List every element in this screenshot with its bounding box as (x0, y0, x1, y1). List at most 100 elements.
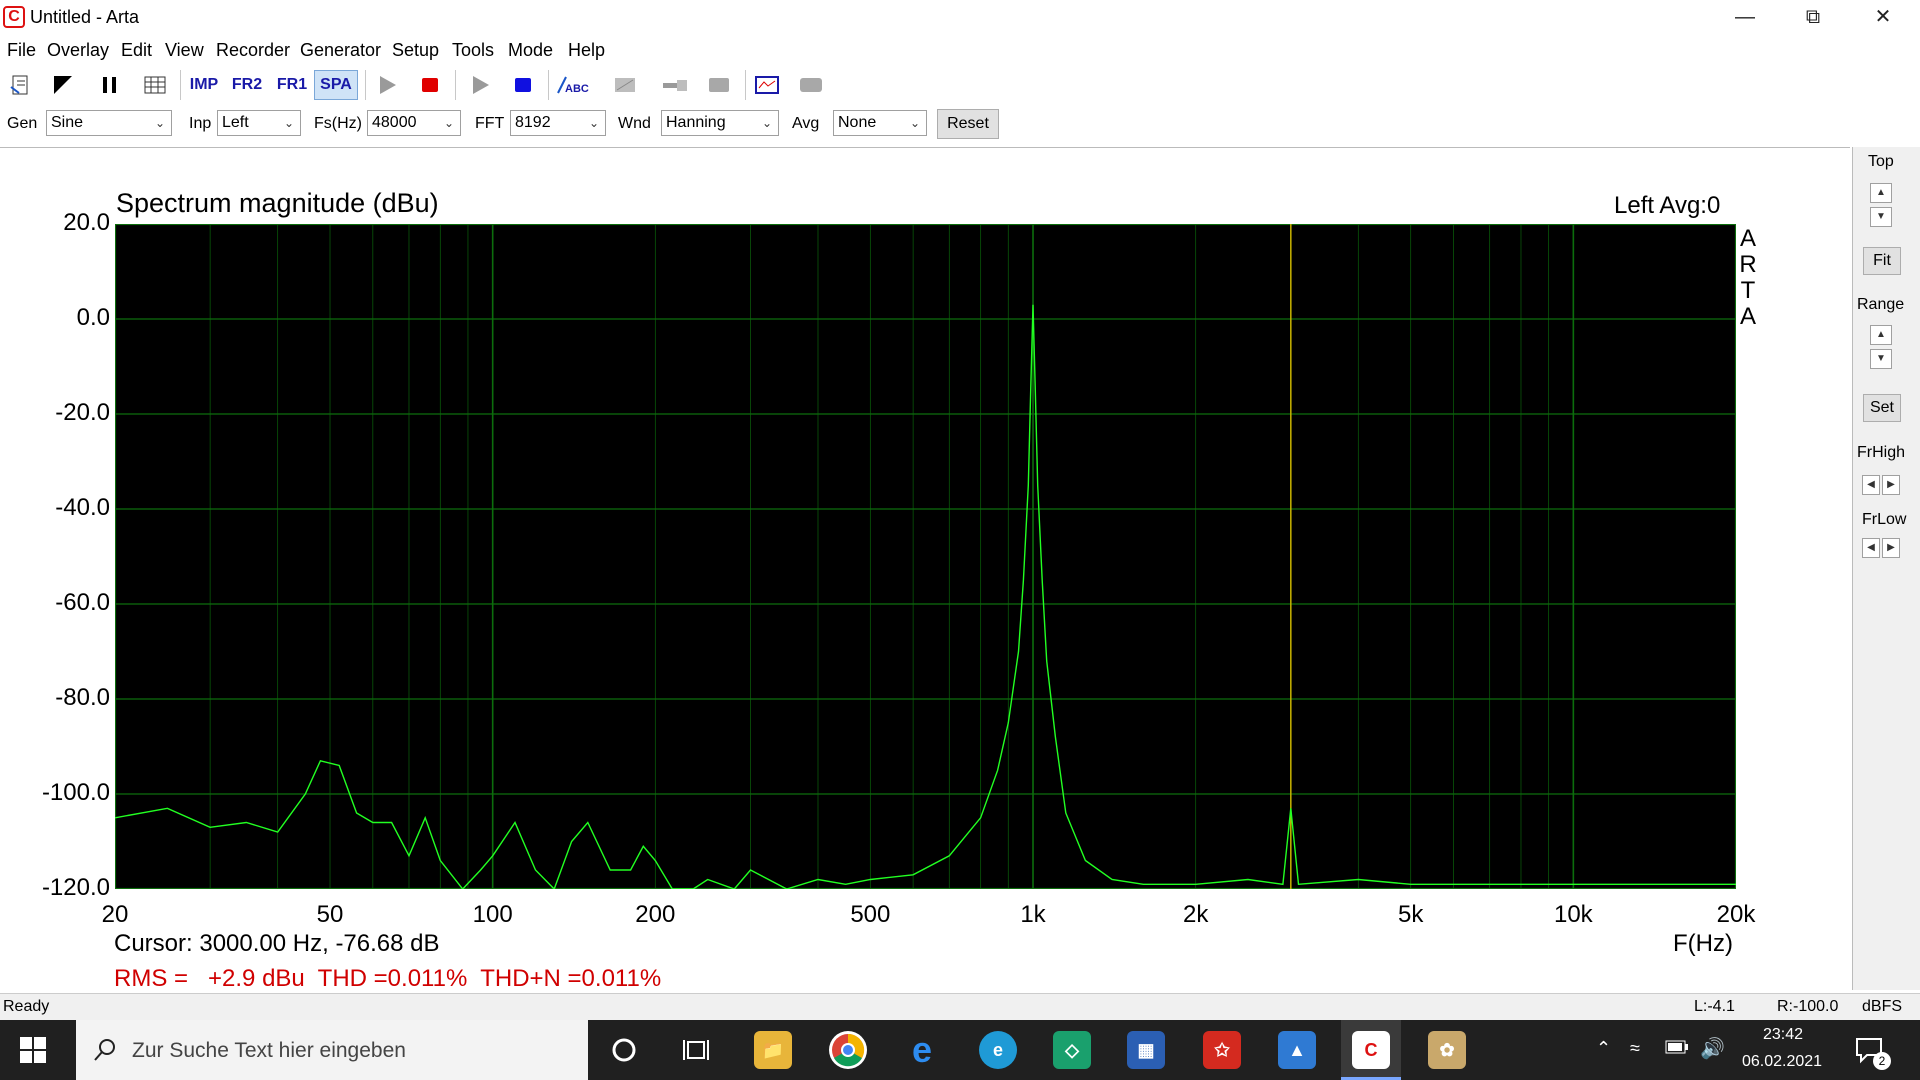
menu-overlay[interactable]: Overlay (47, 40, 109, 61)
menu-view[interactable]: View (165, 40, 204, 61)
avg-select[interactable]: None ⌄ (833, 110, 927, 136)
restore-icon[interactable]: ⧉ (1778, 0, 1848, 36)
avg-label: Avg (792, 115, 820, 132)
close-icon[interactable]: ✕ (1848, 0, 1918, 36)
menu-recorder[interactable]: Recorder (216, 40, 290, 61)
clock-time[interactable]: 23:42 (1763, 1026, 1803, 1044)
toolbar-separator (745, 70, 746, 100)
fs-select[interactable]: 48000 ⌄ (367, 110, 461, 136)
fft-label: FFT (475, 115, 505, 132)
fr1-button[interactable]: FR1 (275, 70, 309, 100)
connector-icon[interactable] (660, 70, 690, 100)
inp-label: Inp (189, 115, 212, 132)
menu-mode[interactable]: Mode (508, 40, 553, 61)
acrobat-icon[interactable]: ✩ (1203, 1031, 1241, 1069)
set-button[interactable]: Set (1863, 394, 1901, 422)
toolbar-separator (180, 70, 181, 100)
imp-button[interactable]: IMP (187, 70, 221, 100)
brand-letter: T (1740, 277, 1756, 304)
play-icon[interactable] (372, 70, 402, 100)
menu-file[interactable]: File (7, 40, 36, 61)
spectrum-chart[interactable] (115, 224, 1736, 889)
photos-icon[interactable]: ▲ (1278, 1031, 1316, 1069)
frhigh-left-arrow-icon[interactable]: ◀ (1862, 475, 1880, 495)
y-tick-label: -60.0 (55, 589, 110, 616)
plot-background (115, 224, 1736, 889)
frlow-label: FrLow (1862, 511, 1907, 528)
plot-title: Spectrum magnitude (dBu) (116, 188, 439, 218)
frlow-left-arrow-icon[interactable]: ◀ (1862, 538, 1880, 558)
range-down-arrow-icon[interactable]: ▼ (1870, 349, 1892, 369)
left-level: L:-4.1 (1694, 998, 1735, 1015)
x-tick-label: 200 (635, 901, 676, 928)
frhigh-label: FrHigh (1857, 444, 1906, 461)
fft-select[interactable]: 8192 ⌄ (510, 110, 606, 136)
window-title: Untitled - Arta (30, 7, 140, 27)
arta-app-icon: C (3, 6, 25, 28)
windows-start-icon[interactable] (20, 1037, 46, 1068)
frlow-right-arrow-icon[interactable]: ▶ (1882, 538, 1900, 558)
inp-select[interactable]: Left ⌄ (217, 110, 301, 136)
calculator-icon[interactable]: ▦ (1127, 1031, 1165, 1069)
abc-calibrate-icon[interactable]: ABC (555, 70, 591, 100)
grid-table-icon[interactable] (140, 70, 170, 100)
menu-setup[interactable]: Setup (392, 40, 439, 61)
x-tick-label: 2k (1182, 901, 1209, 928)
internet-explorer-icon[interactable]: e (903, 1029, 941, 1070)
title-bar (0, 0, 1920, 36)
chevron-down-icon: ⌄ (283, 116, 294, 130)
y-tick-label: -100.0 (41, 779, 110, 806)
file-explorer-icon[interactable]: 📁 (754, 1031, 792, 1069)
frhigh-right-arrow-icon[interactable]: ▶ (1882, 475, 1900, 495)
new-file-icon[interactable] (6, 70, 36, 100)
brand-letter: A (1739, 225, 1756, 252)
minimize-icon[interactable]: — (1710, 0, 1780, 36)
gen-select[interactable]: Sine ⌄ (46, 110, 172, 136)
x-tick-label: 50 (316, 901, 344, 928)
spa-button[interactable]: SPA (314, 70, 358, 100)
scope-icon[interactable] (752, 70, 782, 100)
clock-date[interactable]: 06.02.2021 (1742, 1053, 1822, 1071)
store-app-icon[interactable]: ◇ (1053, 1031, 1091, 1069)
chevron-down-icon: ⌄ (909, 116, 920, 130)
chevron-down-icon: ⌄ (443, 116, 454, 130)
fr2-button[interactable]: FR2 (230, 70, 264, 100)
paint-icon[interactable]: ✿ (1428, 1031, 1466, 1069)
reset-button[interactable]: Reset (937, 109, 999, 139)
search-icon (92, 1037, 118, 1068)
triangle-icon[interactable] (48, 70, 78, 100)
stop-blue-icon[interactable] (508, 70, 538, 100)
cortana-icon[interactable] (610, 1036, 638, 1069)
y-tick-label: -120.0 (41, 874, 110, 901)
gray-box-icon[interactable] (704, 70, 734, 100)
pause-icon[interactable] (95, 70, 125, 100)
top-up-arrow-icon[interactable]: ▲ (1870, 183, 1892, 203)
play-gray-icon[interactable] (465, 70, 495, 100)
top-down-arrow-icon[interactable]: ▼ (1870, 207, 1892, 227)
chevron-up-icon[interactable]: ⌃ (1596, 1038, 1611, 1059)
y-tick-label: -80.0 (55, 684, 110, 711)
arta-taskbar-icon[interactable]: C (1352, 1031, 1390, 1069)
range-up-arrow-icon[interactable]: ▲ (1870, 325, 1892, 345)
menu-generator[interactable]: Generator (300, 40, 381, 61)
fs-label: Fs(Hz) (314, 115, 362, 132)
x-tick-label: 500 (850, 901, 891, 928)
y-tick-label: 0.0 (76, 304, 110, 331)
menu-help[interactable]: Help (568, 40, 605, 61)
gray-tool-icon[interactable] (610, 70, 640, 100)
fit-button[interactable]: Fit (1863, 247, 1901, 275)
x-tick-label: 100 (472, 901, 513, 928)
chrome-icon[interactable] (829, 1031, 867, 1069)
menu-tools[interactable]: Tools (452, 40, 494, 61)
gray-module-icon[interactable] (796, 70, 826, 100)
network-icon[interactable]: ≈ (1630, 1038, 1640, 1059)
stop-record-icon[interactable] (415, 70, 445, 100)
menu-edit[interactable]: Edit (121, 40, 152, 61)
battery-icon[interactable] (1665, 1040, 1689, 1059)
wnd-select[interactable]: Hanning ⌄ (661, 110, 779, 136)
channel-info: Left Avg:0 (1614, 192, 1721, 219)
task-view-icon[interactable] (682, 1036, 710, 1069)
svg-text:ABC: ABC (565, 83, 589, 95)
edge-icon[interactable]: e (979, 1031, 1017, 1069)
speaker-icon[interactable]: 🔊 (1700, 1036, 1725, 1061)
